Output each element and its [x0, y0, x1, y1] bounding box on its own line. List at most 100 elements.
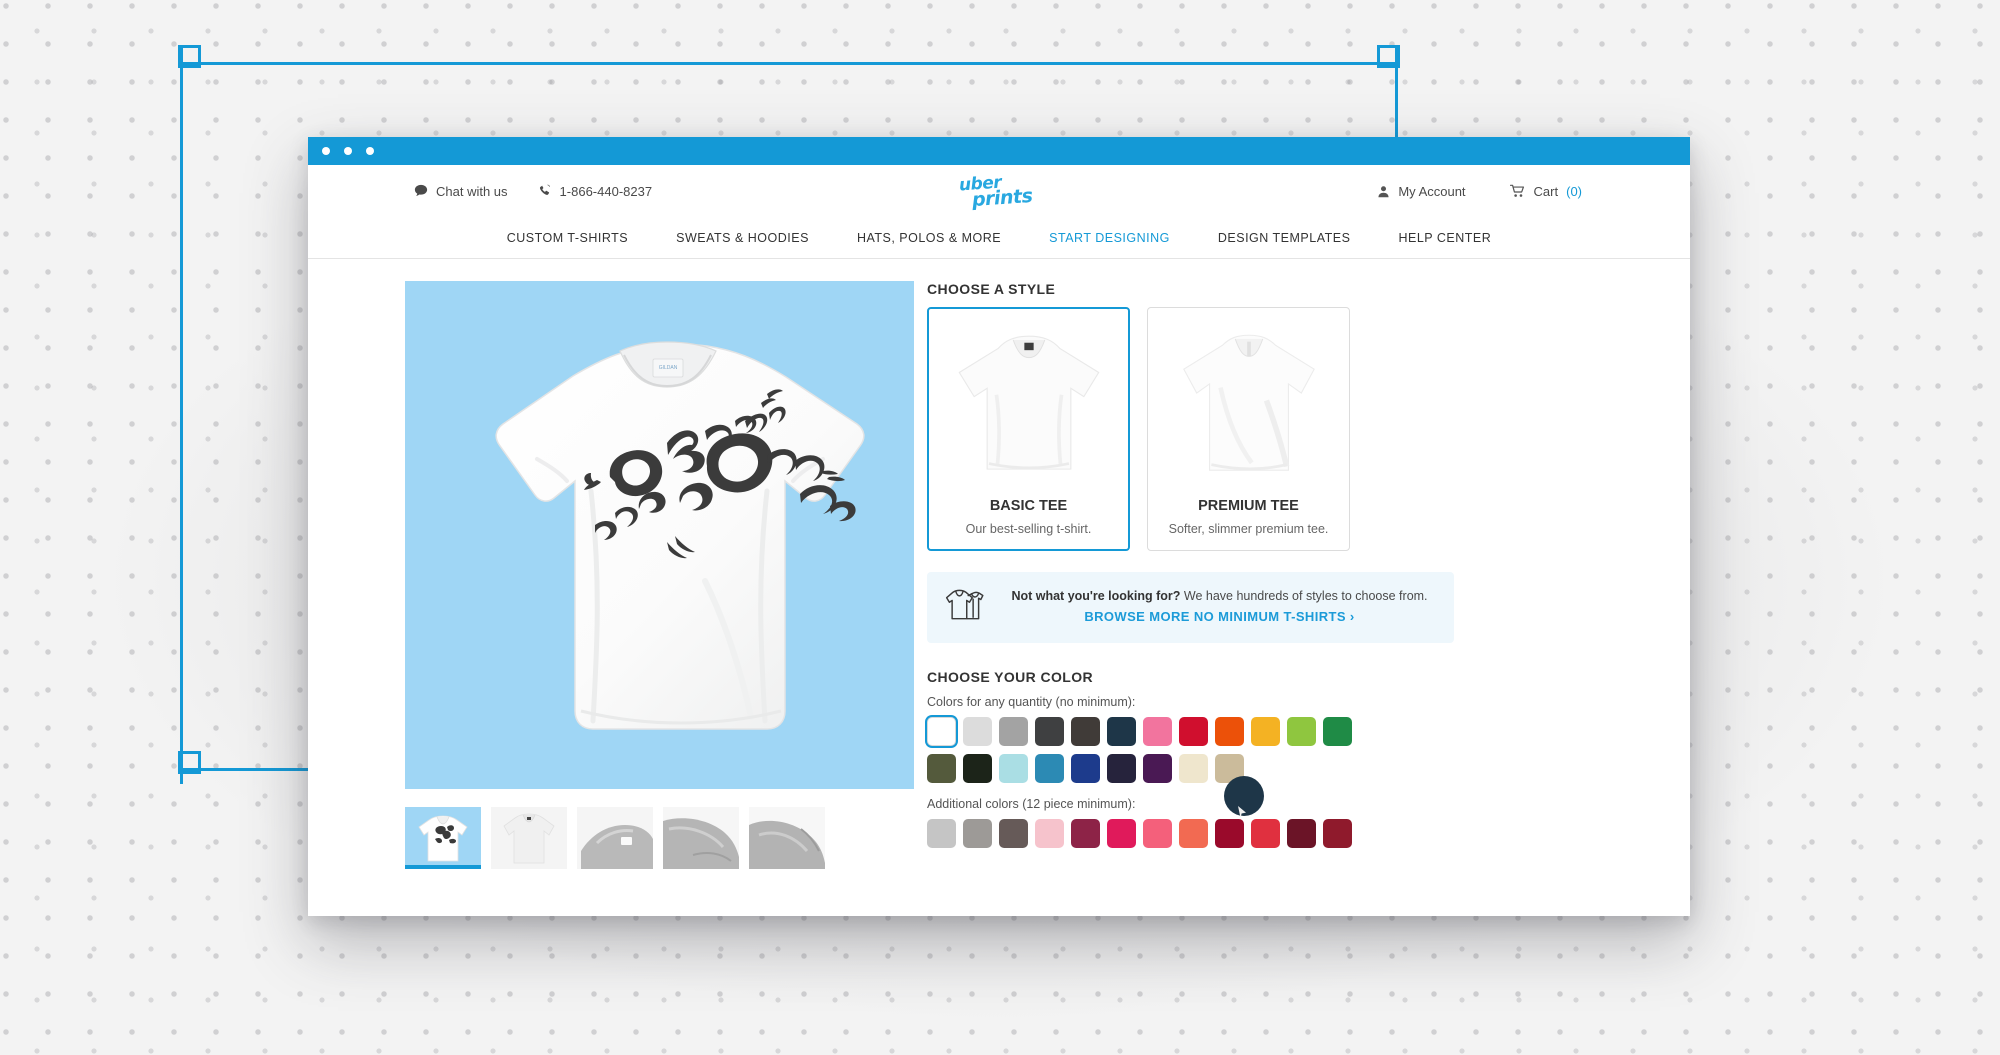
cart-link[interactable]: Cart (0) — [1509, 183, 1582, 199]
browser-titlebar — [308, 137, 1690, 165]
thumb-sleeve-detail-icon — [663, 807, 739, 869]
nav-item-start-designing[interactable]: START DESIGNING — [1025, 231, 1194, 245]
color-swatch-additional-0[interactable] — [927, 819, 956, 848]
product-gallery: GILDAN — [308, 281, 914, 869]
promo-lead: Not what you're looking for? — [1011, 589, 1181, 603]
shirt-hoodie-icon — [943, 586, 985, 629]
phone-label: 1-866-440-8237 — [559, 183, 653, 199]
color-swatch-any2-8[interactable] — [1215, 754, 1244, 783]
style-card-basic-tee[interactable]: BASIC TEE Our best-selling t-shirt. — [927, 307, 1130, 551]
page-body: Chat with us 1-866-440-8237 uber prints — [308, 165, 1690, 916]
cart-count: (0) — [1566, 183, 1582, 199]
color-swatch-any2-5[interactable] — [1107, 754, 1136, 783]
hero-tshirt-illustration: GILDAN — [495, 341, 865, 730]
hero-product-image[interactable]: GILDAN — [405, 281, 914, 789]
color-section: CHOOSE YOUR COLOR Colors for any quantit… — [927, 669, 1650, 848]
color-swatch-additional-7[interactable] — [1179, 819, 1208, 848]
color-swatch-any-8[interactable] — [1215, 717, 1244, 746]
thumb-plain-tee-icon — [503, 813, 555, 864]
color-swatch-any-7[interactable] — [1179, 717, 1208, 746]
choose-your-color-title: CHOOSE YOUR COLOR — [927, 669, 1094, 685]
nav-item-hats-polos-more[interactable]: HATS, POLOS & MORE — [833, 231, 1025, 245]
uberprints-logo[interactable]: uber prints — [957, 173, 1041, 212]
basic-tee-icon — [958, 335, 1099, 470]
thumb-collar-detail-icon — [577, 807, 653, 869]
chat-with-us-link[interactable]: Chat with us — [414, 184, 508, 199]
color-swatch-additional-11[interactable] — [1323, 819, 1352, 848]
thumbnail-plain-front[interactable] — [491, 807, 567, 869]
color-swatch-any-9[interactable] — [1251, 717, 1280, 746]
thumb-tee-design-icon — [418, 815, 468, 862]
frame-corner-bottom-left — [178, 751, 201, 774]
nav-item-help-center[interactable]: HELP CENTER — [1374, 231, 1515, 245]
chat-with-us-label: Chat with us — [436, 183, 508, 199]
color-swatch-any-2[interactable] — [999, 717, 1028, 746]
promo-banner[interactable]: Not what you're looking for? We have hun… — [927, 572, 1454, 643]
shopping-cart-icon — [1509, 184, 1526, 198]
main-navigation: CUSTOM T-SHIRTS SWEATS & HOODIES HATS, P… — [308, 217, 1690, 259]
chat-bubble-icon — [414, 184, 428, 198]
choose-a-style-title: CHOOSE A STYLE — [927, 281, 1056, 297]
window-dot-close[interactable] — [322, 147, 330, 155]
additional-colors-label: Additional colors (12 piece minimum): — [927, 797, 1136, 811]
color-swatch-additional-6[interactable] — [1143, 819, 1172, 848]
color-swatch-additional-5[interactable] — [1107, 819, 1136, 848]
color-swatch-any-3[interactable] — [1035, 717, 1064, 746]
phone-link[interactable]: 1-866-440-8237 — [538, 183, 653, 199]
browser-window: Chat with us 1-866-440-8237 uber prints — [308, 137, 1690, 916]
thumbnail-collar-detail[interactable] — [577, 807, 653, 869]
color-swatch-any2-0[interactable] — [927, 754, 956, 783]
color-swatch-any2-2[interactable] — [999, 754, 1028, 783]
color-swatch-additional-10[interactable] — [1287, 819, 1316, 848]
style-desc-basic-tee: Our best-selling t-shirt. — [965, 522, 1092, 536]
promo-text-wrap: Not what you're looking for? We have hun… — [1001, 589, 1438, 626]
logo-word-prints: prints — [971, 184, 1034, 212]
window-dot-minimize[interactable] — [344, 147, 352, 155]
color-swatch-any2-3[interactable] — [1035, 754, 1064, 783]
window-dot-maximize[interactable] — [366, 147, 374, 155]
color-swatch-additional-8[interactable] — [1215, 819, 1244, 848]
color-swatch-any2-1[interactable] — [963, 754, 992, 783]
options-column: CHOOSE A STYLE BASIC TEE Our best-sellin… — [913, 281, 1690, 869]
color-swatch-additional-9[interactable] — [1251, 819, 1280, 848]
frame-line-top — [180, 62, 1398, 65]
swatch-row-any-quantity-2 — [927, 754, 1650, 783]
color-swatch-any2-6[interactable] — [1143, 754, 1172, 783]
my-account-label: My Account — [1398, 183, 1466, 199]
color-swatch-additional-2[interactable] — [999, 819, 1028, 848]
color-swatch-additional-3[interactable] — [1035, 819, 1064, 848]
cart-label: Cart — [1533, 183, 1559, 199]
swatch-row-any-quantity-1 — [927, 717, 1650, 746]
style-name-basic-tee: BASIC TEE — [989, 498, 1068, 514]
color-swatch-any2-7[interactable] — [1179, 754, 1208, 783]
user-icon — [1377, 185, 1390, 198]
color-swatch-additional-1[interactable] — [963, 819, 992, 848]
color-swatch-any-11[interactable] — [1323, 717, 1352, 746]
utility-bar: Chat with us 1-866-440-8237 uber prints — [308, 165, 1690, 217]
promo-headline: Not what you're looking for? We have hun… — [1001, 589, 1438, 603]
style-card-premium-tee[interactable]: PREMIUM TEE Softer, slimmer premium tee. — [1147, 307, 1350, 551]
color-swatch-any-0[interactable] — [927, 717, 956, 746]
color-swatch-any-10[interactable] — [1287, 717, 1316, 746]
style-thumb-basic-tee — [938, 320, 1119, 490]
any-quantity-label: Colors for any quantity (no minimum): — [927, 695, 1136, 709]
thumbnail-front-with-design[interactable] — [405, 807, 481, 869]
frame-corner-top-left — [178, 45, 201, 68]
color-swatch-any-6[interactable] — [1143, 717, 1172, 746]
browse-more-link[interactable]: BROWSE MORE NO MINIMUM T-SHIRTS › — [1084, 609, 1354, 624]
color-swatch-any-4[interactable] — [1071, 717, 1100, 746]
nav-item-design-templates[interactable]: DESIGN TEMPLATES — [1194, 231, 1375, 245]
color-swatch-any-1[interactable] — [963, 717, 992, 746]
nav-item-custom-t-shirts[interactable]: CUSTOM T-SHIRTS — [483, 231, 652, 245]
nav-item-sweats-hoodies[interactable]: SWEATS & HOODIES — [652, 231, 833, 245]
thumbnail-fabric-detail[interactable] — [749, 807, 825, 869]
color-swatch-additional-4[interactable] — [1071, 819, 1100, 848]
svg-text:GILDAN: GILDAN — [659, 365, 678, 371]
premium-tee-icon — [1182, 334, 1315, 471]
color-swatch-any-5[interactable] — [1107, 717, 1136, 746]
color-swatch-any2-4[interactable] — [1071, 754, 1100, 783]
my-account-link[interactable]: My Account — [1377, 183, 1466, 199]
thumbnail-sleeve-detail[interactable] — [663, 807, 739, 869]
thumbnail-strip — [405, 807, 913, 869]
content-area: GILDAN CHOOSE A STYLE BASIC TEE Our best… — [308, 259, 1690, 869]
